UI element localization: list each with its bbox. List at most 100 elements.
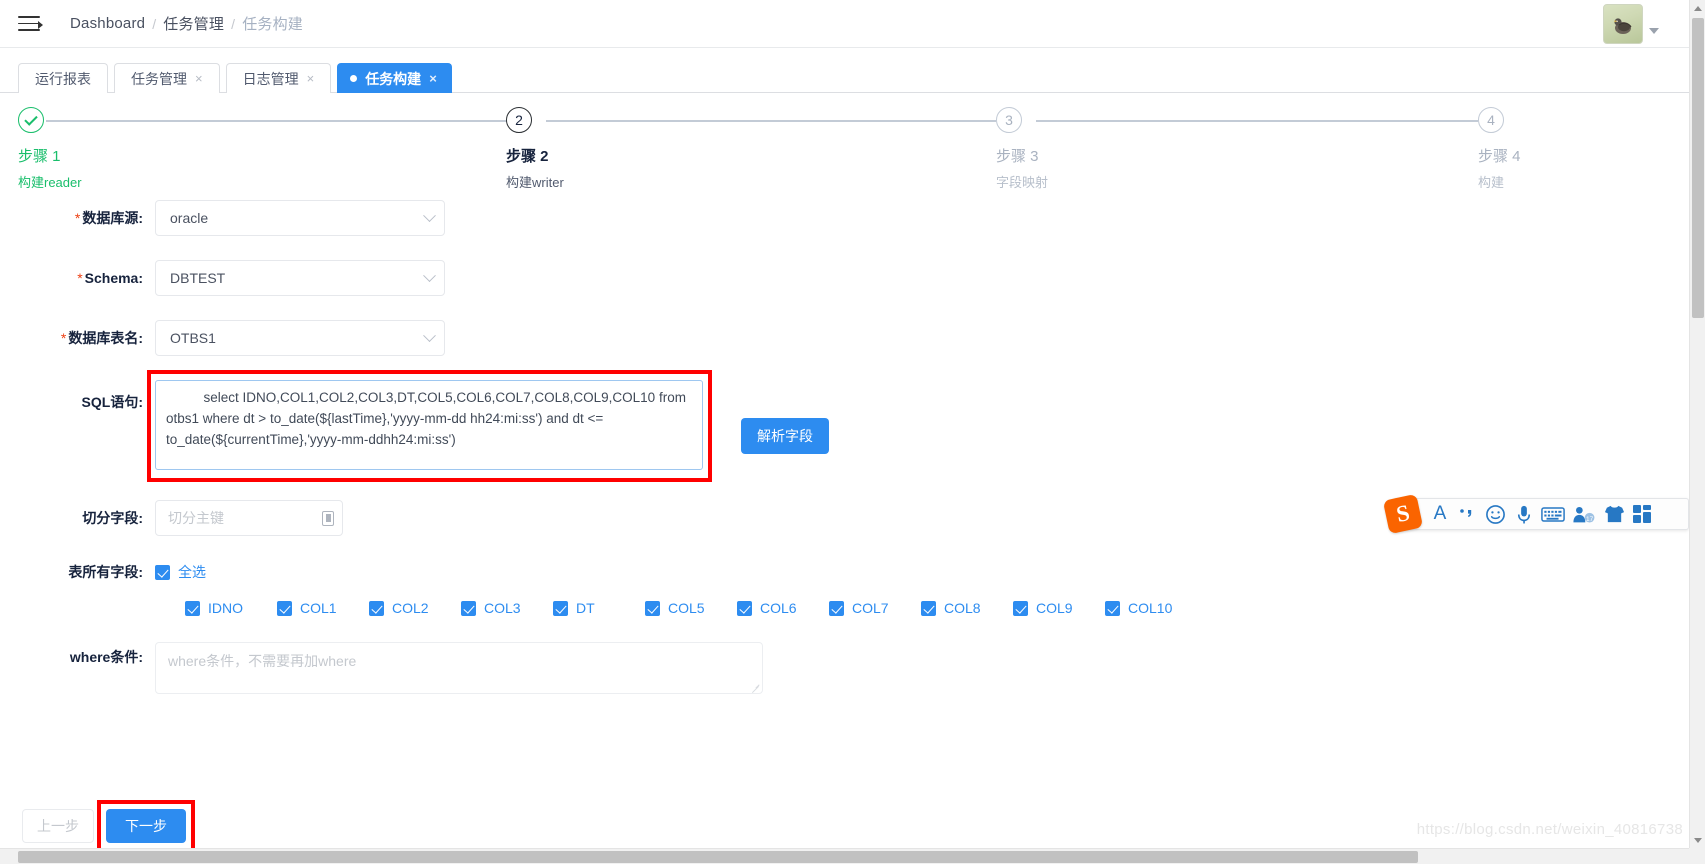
column-label[interactable]: COL3 [484,600,521,616]
next-step-button[interactable]: 下一步 [106,809,186,843]
scroll-down-arrow-icon[interactable] [1690,832,1705,848]
punctuation-icon[interactable] [1454,506,1480,522]
split-field-input[interactable]: 切分主键 [155,500,343,536]
tab-label: 运行报表 [35,70,91,87]
tab-close-icon[interactable]: × [307,72,315,85]
checkbox[interactable] [185,600,200,616]
column-checkbox-col7[interactable]: COL7 [829,600,921,616]
checkbox[interactable] [737,600,752,616]
column-label[interactable]: IDNO [208,600,243,616]
column-label[interactable]: COL9 [1036,600,1073,616]
column-label[interactable]: COL1 [300,600,337,616]
step-connector [46,120,516,122]
tab-task-build[interactable]: 任务构建 × [337,63,452,93]
user-menu[interactable] [1603,4,1659,44]
split-field-placeholder: 切分主键 [168,510,224,526]
top-header: Dashboard / 任务管理 / 任务构建 [0,0,1689,48]
sql-textarea[interactable]: select IDNO,COL1,COL2,COL3,DT,COL5,COL6,… [155,380,703,470]
form-row-where: where条件: where条件，不需要再加where [0,642,1689,694]
column-checkbox-col10[interactable]: COL10 [1105,600,1197,616]
microphone-icon[interactable] [1510,504,1538,525]
checkbox[interactable] [829,600,844,616]
step-2-title: 步骤 2 [506,148,549,165]
table-value: OTBS1 [170,330,216,346]
skin-shirt-icon[interactable] [1600,504,1628,524]
column-label[interactable]: COL5 [668,600,705,616]
toolbox-grid-icon[interactable] [1628,504,1656,524]
column-checkbox-list: IDNO COL1 COL2 COL3 DT COL5 COL6 COL7 CO… [185,600,1689,616]
column-checkbox-col6[interactable]: COL6 [737,600,829,616]
checkbox[interactable] [461,600,476,616]
svg-text:17: 17 [1586,516,1594,523]
column-label[interactable]: COL10 [1128,600,1172,616]
sogou-logo-icon[interactable]: S [1382,493,1424,535]
tab-run-report[interactable]: 运行报表 [18,63,108,93]
breadcrumb-separator-icon: / [231,15,236,32]
step-4[interactable]: 4 步骤 4 构建 [1478,107,1521,191]
emoji-icon[interactable] [1480,504,1510,525]
column-checkbox-col8[interactable]: COL8 [921,600,1013,616]
chevron-down-icon [423,328,436,342]
tab-task-management[interactable]: 任务管理 × [114,63,220,93]
watermark: https://blog.csdn.net/weixin_40816738 [1416,821,1683,838]
form-row-sql: SQL语句: select IDNO,COL1,COL2,COL3,DT,COL… [0,370,1689,482]
breadcrumb-item-dashboard[interactable]: Dashboard [70,15,145,32]
scrollbar-corner [1689,848,1705,864]
scroll-up-arrow-icon[interactable] [1690,0,1705,16]
app-window: Dashboard / 任务管理 / 任务构建 运行报表 任务管理 × 日志管理… [0,0,1705,864]
chevron-down-icon[interactable] [1649,28,1659,34]
column-label[interactable]: COL2 [392,600,429,616]
chevron-down-icon [423,208,436,222]
step-2-number: 2 [506,107,532,133]
datasource-select[interactable]: oracle [155,200,445,236]
hamburger-icon[interactable] [18,14,43,34]
horizontal-scrollbar[interactable] [0,848,1689,864]
column-checkbox-col3[interactable]: COL3 [461,600,553,616]
step-3-title: 步骤 3 [996,148,1039,165]
column-checkbox-dt[interactable]: DT [553,600,645,616]
breadcrumb-item-task-management[interactable]: 任务管理 [163,13,224,34]
column-checkbox-col5[interactable]: COL5 [645,600,737,616]
checkbox[interactable] [921,600,936,616]
letter-a-icon[interactable]: A [1426,503,1454,525]
schema-select[interactable]: DBTEST [155,260,445,296]
checkbox[interactable] [553,600,568,616]
tab-close-icon[interactable]: × [195,72,203,85]
sogou-ime-toolbar[interactable]: S A 17 [1382,493,1689,535]
checkbox[interactable] [1105,600,1120,616]
vertical-scroll-thumb[interactable] [1692,18,1704,318]
checkbox[interactable] [1013,600,1028,616]
sql-text: select IDNO,COL1,COL2,COL3,DT,COL5,COL6,… [166,390,690,447]
column-label[interactable]: COL8 [944,600,981,616]
avatar[interactable] [1603,4,1643,44]
column-label[interactable]: DT [576,600,595,616]
select-all-checkbox[interactable] [155,564,170,580]
breadcrumb-item-task-build[interactable]: 任务构建 [242,13,303,34]
where-textarea[interactable]: where条件，不需要再加where [155,642,763,694]
checkbox[interactable] [645,600,660,616]
where-label: where条件: [69,649,143,665]
parse-fields-button[interactable]: 解析字段 [741,418,829,454]
column-checkbox-col1[interactable]: COL1 [277,600,369,616]
table-select[interactable]: OTBS1 [155,320,445,356]
checkbox[interactable] [369,600,384,616]
select-all-label[interactable]: 全选 [178,562,206,582]
select-all-checkbox-item[interactable]: 全选 [155,560,206,582]
user-icon[interactable]: 17 [1568,504,1600,524]
column-checkbox-col2[interactable]: COL2 [369,600,461,616]
checkbox[interactable] [277,600,292,616]
column-label[interactable]: COL7 [852,600,889,616]
prev-step-button[interactable]: 上一步 [22,809,94,843]
database-column-icon[interactable] [322,510,334,526]
tab-log-management[interactable]: 日志管理 × [225,63,332,93]
schema-label: * Schema: [77,270,143,286]
horizontal-scroll-thumb[interactable] [18,851,1418,863]
tab-label: 任务管理 [131,70,187,87]
column-checkbox-idno[interactable]: IDNO [185,600,277,616]
column-label[interactable]: COL6 [760,600,797,616]
soft-keyboard-icon[interactable] [1538,506,1568,523]
column-checkbox-col9[interactable]: COL9 [1013,600,1105,616]
sql-editor-wrap: select IDNO,COL1,COL2,COL3,DT,COL5,COL6,… [147,370,712,482]
vertical-scrollbar[interactable] [1689,0,1705,864]
tab-close-icon[interactable]: × [429,72,437,85]
